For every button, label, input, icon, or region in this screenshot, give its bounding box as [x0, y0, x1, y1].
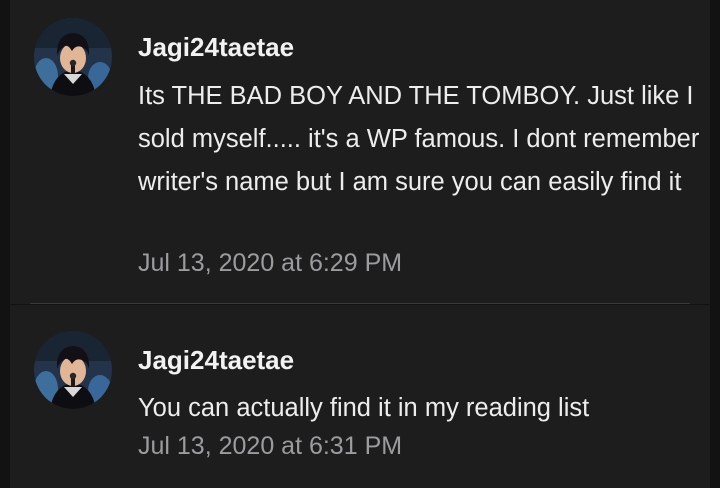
comment-thread: Jagi24taetae Its THE BAD BOY AND THE TOM…: [0, 0, 720, 488]
avatar-photo-icon: [34, 331, 112, 409]
avatar-photo-icon: [34, 18, 112, 96]
avatar-icon[interactable]: [34, 331, 112, 409]
comment-divider: [30, 303, 690, 304]
comment-text: Its THE BAD BOY AND THE TOMBOY. Just lik…: [138, 82, 700, 196]
comment-text: You can actually find it in my reading l…: [138, 394, 590, 422]
comment-timestamp: Jul 13, 2020 at 6:31 PM: [138, 432, 403, 460]
avatar-icon[interactable]: [34, 18, 112, 96]
comment-author[interactable]: Jagi24taetae: [138, 345, 294, 375]
comment-author[interactable]: Jagi24taetae: [138, 32, 294, 62]
comment-timestamp: Jul 13, 2020 at 6:29 PM: [138, 249, 403, 277]
